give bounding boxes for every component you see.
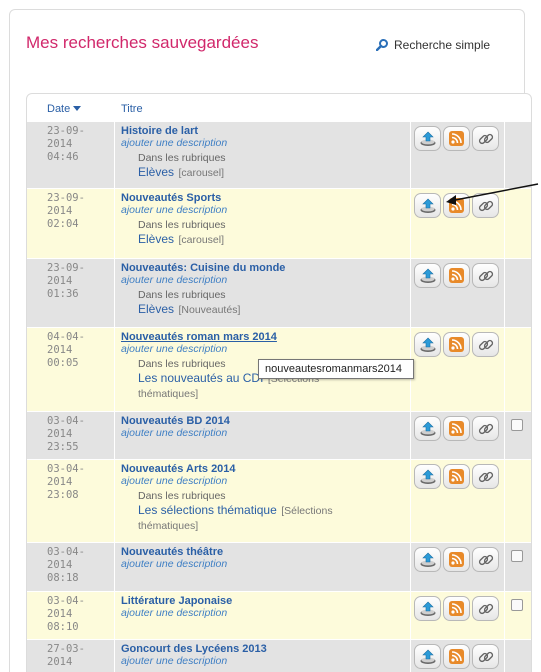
pointer-arrow-icon (446, 183, 539, 205)
